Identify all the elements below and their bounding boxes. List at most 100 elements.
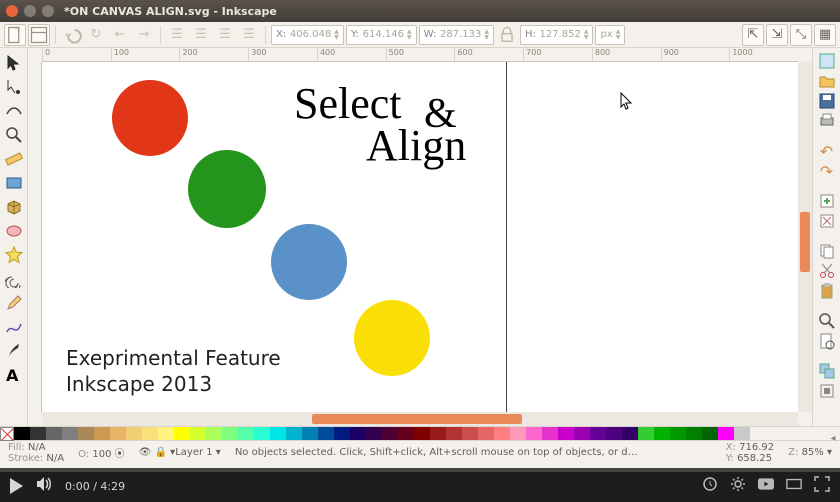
close-icon[interactable] bbox=[6, 5, 18, 17]
settings-icon[interactable] bbox=[730, 476, 746, 496]
color-swatch[interactable] bbox=[670, 427, 686, 440]
color-swatch[interactable] bbox=[62, 427, 78, 440]
spiral-tool-icon[interactable] bbox=[3, 268, 25, 290]
color-swatch[interactable] bbox=[286, 427, 302, 440]
color-swatch[interactable] bbox=[382, 427, 398, 440]
play-icon[interactable] bbox=[10, 478, 23, 494]
3dbox-tool-icon[interactable] bbox=[3, 196, 25, 218]
theater-icon[interactable] bbox=[786, 476, 802, 496]
canvas-area[interactable]: 01002003004005006007008009001000 Select … bbox=[28, 48, 812, 426]
import-icon[interactable] bbox=[816, 192, 838, 210]
color-swatch[interactable] bbox=[430, 427, 446, 440]
w-field[interactable]: W:287.133▲▼ bbox=[419, 25, 494, 45]
color-swatch[interactable] bbox=[94, 427, 110, 440]
copy-icon[interactable] bbox=[816, 242, 838, 260]
affect-pattern-icon[interactable]: ▦ bbox=[814, 24, 836, 46]
color-swatch[interactable] bbox=[14, 427, 30, 440]
volume-icon[interactable] bbox=[35, 475, 53, 497]
ellipse-tool-icon[interactable] bbox=[3, 220, 25, 242]
yellow-circle[interactable] bbox=[354, 300, 430, 376]
color-swatch[interactable] bbox=[446, 427, 462, 440]
color-swatch[interactable] bbox=[78, 427, 94, 440]
color-swatch[interactable] bbox=[398, 427, 414, 440]
back-icon[interactable]: ← bbox=[109, 24, 131, 46]
color-swatch[interactable] bbox=[110, 427, 126, 440]
align-right-icon[interactable]: ☰ bbox=[238, 24, 260, 46]
color-swatch[interactable] bbox=[478, 427, 494, 440]
undo2-icon[interactable]: ↶ bbox=[816, 142, 838, 160]
align-left-icon[interactable]: ☰ bbox=[190, 24, 212, 46]
duplicate-icon[interactable] bbox=[816, 362, 838, 380]
rect-tool-icon[interactable] bbox=[3, 172, 25, 194]
zoom-tool-icon[interactable] bbox=[3, 124, 25, 146]
color-swatch[interactable] bbox=[142, 427, 158, 440]
cut-icon[interactable] bbox=[816, 262, 838, 280]
color-swatch[interactable] bbox=[174, 427, 190, 440]
export-icon[interactable] bbox=[816, 212, 838, 230]
minimize-icon[interactable] bbox=[24, 5, 36, 17]
color-swatch[interactable] bbox=[526, 427, 542, 440]
x-field[interactable]: X:406.048▲▼ bbox=[271, 25, 344, 45]
title-text-align[interactable]: Align bbox=[366, 120, 466, 171]
color-swatch[interactable] bbox=[462, 427, 478, 440]
save-icon[interactable] bbox=[816, 92, 838, 110]
bezier-tool-icon[interactable] bbox=[3, 316, 25, 338]
redo2-icon[interactable]: ↷ bbox=[816, 162, 838, 180]
color-swatch[interactable] bbox=[494, 427, 510, 440]
paste-icon[interactable] bbox=[816, 282, 838, 300]
text-tool-icon[interactable]: A bbox=[3, 364, 25, 386]
color-swatch[interactable] bbox=[206, 427, 222, 440]
color-swatch[interactable] bbox=[542, 427, 558, 440]
watch-later-icon[interactable] bbox=[702, 476, 718, 496]
horizontal-scrollbar[interactable] bbox=[42, 412, 798, 426]
color-swatch[interactable] bbox=[590, 427, 606, 440]
vertical-scrollbar[interactable] bbox=[798, 62, 812, 412]
color-swatch[interactable] bbox=[414, 427, 430, 440]
footer-line1[interactable]: Exeprimental Feature bbox=[66, 346, 281, 370]
color-swatch[interactable] bbox=[718, 427, 734, 440]
color-swatch[interactable] bbox=[734, 427, 750, 440]
align-center-icon[interactable]: ☰ bbox=[214, 24, 236, 46]
no-fill-swatch[interactable] bbox=[0, 427, 14, 441]
opacity-field[interactable]: O: 100 ⦿ bbox=[74, 444, 129, 461]
undo-icon[interactable] bbox=[61, 24, 83, 46]
color-palette[interactable]: ◂ bbox=[0, 426, 840, 440]
tweak-tool-icon[interactable] bbox=[3, 100, 25, 122]
color-swatch[interactable] bbox=[158, 427, 174, 440]
fullscreen-icon[interactable] bbox=[814, 476, 830, 496]
layer-select[interactable]: 👁 🔒 ▾Layer 1 ▾ bbox=[135, 446, 225, 459]
canvas[interactable]: Select & Align Exeprimental Feature Inks… bbox=[42, 62, 798, 412]
y-field[interactable]: Y:614.146▲▼ bbox=[346, 25, 417, 45]
color-swatch[interactable] bbox=[510, 427, 526, 440]
calligraphy-tool-icon[interactable] bbox=[3, 340, 25, 362]
selector-tool-icon[interactable] bbox=[3, 52, 25, 74]
affect-corner-icon[interactable]: ⇲ bbox=[766, 24, 788, 46]
youtube-icon[interactable] bbox=[758, 476, 774, 496]
node-tool-icon[interactable] bbox=[3, 76, 25, 98]
affect-gradient-icon[interactable]: ⤡ bbox=[790, 24, 812, 46]
color-swatch[interactable] bbox=[334, 427, 350, 440]
color-swatch[interactable] bbox=[302, 427, 318, 440]
unit-select[interactable]: px▲▼ bbox=[595, 25, 625, 45]
color-swatch[interactable] bbox=[622, 427, 638, 440]
lock-aspect-icon[interactable] bbox=[496, 24, 518, 46]
maximize-icon[interactable] bbox=[42, 5, 54, 17]
clone-icon[interactable] bbox=[816, 382, 838, 400]
red-circle[interactable] bbox=[112, 80, 188, 156]
zoom-page-icon[interactable] bbox=[816, 332, 838, 350]
color-swatch[interactable] bbox=[702, 427, 718, 440]
color-swatch[interactable] bbox=[606, 427, 622, 440]
redo-icon[interactable]: ↻ bbox=[85, 24, 107, 46]
color-swatch[interactable] bbox=[222, 427, 238, 440]
color-swatch[interactable] bbox=[686, 427, 702, 440]
color-swatch[interactable] bbox=[30, 427, 46, 440]
open-file-icon[interactable] bbox=[816, 72, 838, 90]
snap-enable-icon[interactable] bbox=[816, 52, 838, 70]
align-list-icon[interactable]: ☰ bbox=[166, 24, 188, 46]
zoom-canvas-icon[interactable] bbox=[816, 312, 838, 330]
blue-circle[interactable] bbox=[271, 224, 347, 300]
new-doc-icon[interactable] bbox=[4, 24, 26, 46]
color-swatch[interactable] bbox=[46, 427, 62, 440]
zoom-field[interactable]: Z: 85% ▾ bbox=[784, 446, 836, 459]
h-field[interactable]: H:127.852▲▼ bbox=[520, 25, 594, 45]
